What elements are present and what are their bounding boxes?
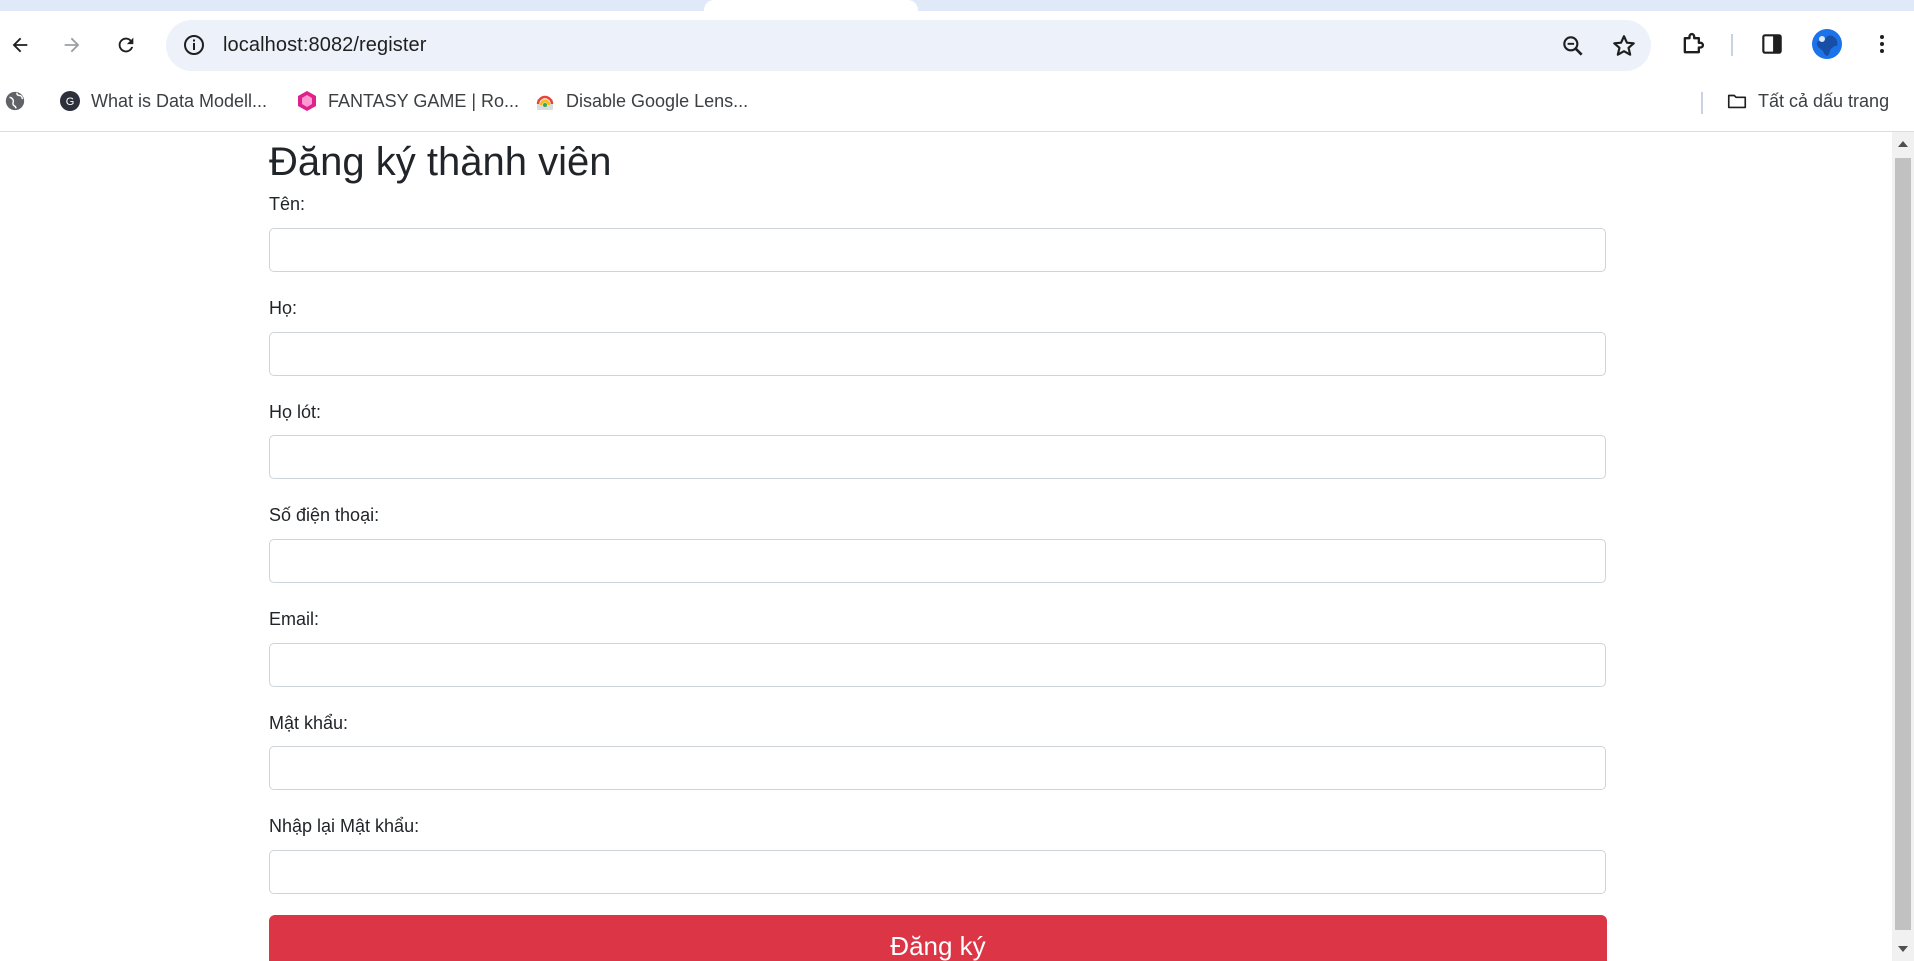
active-tab[interactable] — [704, 0, 918, 11]
email-input[interactable] — [269, 643, 1606, 687]
bookmark-star-button[interactable] — [1610, 32, 1638, 60]
inactive-tab-area-right[interactable] — [918, 0, 1914, 11]
confirm-password-input[interactable] — [269, 850, 1606, 894]
url-text[interactable]: localhost:8082/register — [223, 32, 427, 58]
bookmarks-apps-button[interactable] — [4, 88, 26, 114]
extensions-button[interactable] — [1677, 28, 1709, 60]
confirm-password-label: Nhập lại Mật khẩu: — [269, 816, 420, 836]
chrome-store-favicon — [534, 90, 556, 112]
scroll-down-icon[interactable] — [1896, 942, 1910, 956]
puzzle-icon — [1683, 32, 1705, 54]
page-title: Đăng ký thành viên — [269, 140, 612, 184]
phone-label: Số điện thoại: — [269, 505, 380, 525]
browser-menu-button[interactable] — [1866, 28, 1898, 60]
bookmark-label: Disable Google Lens... — [566, 90, 749, 111]
forward-button[interactable] — [53, 26, 91, 64]
bookmark-label: FANTASY GAME | Ro... — [328, 90, 520, 111]
browser-chrome: localhost:8082/register G What is Data M… — [0, 0, 1914, 132]
bookmark-item[interactable]: Disable Google Lens... — [534, 88, 748, 114]
site-favicon: G — [59, 90, 81, 112]
last-name-input[interactable] — [269, 332, 1606, 376]
scroll-up-icon[interactable] — [1896, 137, 1910, 151]
first-name-input[interactable] — [269, 228, 1606, 272]
side-panel-icon — [1762, 34, 1782, 54]
zoom-icon — [1563, 36, 1583, 56]
middle-name-input[interactable] — [269, 435, 1606, 479]
reload-button[interactable] — [107, 26, 145, 64]
first-name-label: Tên: — [269, 194, 306, 214]
zoom-button[interactable] — [1559, 32, 1587, 60]
phone-input[interactable] — [269, 539, 1606, 583]
svg-text:G: G — [66, 96, 75, 108]
kebab-menu-icon — [1880, 35, 1884, 53]
bookmark-label: What is Data Modell... — [91, 90, 268, 111]
inactive-tab-area[interactable] — [0, 0, 704, 11]
all-bookmarks-button[interactable]: Tất cả dấu trang — [1726, 88, 1889, 114]
folder-icon — [1726, 90, 1748, 112]
email-label: Email: — [269, 609, 320, 629]
tab-strip — [0, 0, 1914, 11]
password-label: Mật khẩu: — [269, 713, 349, 733]
avatar — [1812, 29, 1842, 59]
bookmark-item[interactable]: FANTASY GAME | Ro... — [296, 88, 519, 114]
star-icon — [1613, 35, 1635, 56]
bookmark-item[interactable]: G What is Data Modell... — [59, 88, 267, 114]
game-favicon — [296, 90, 318, 112]
toolbar-separator — [1731, 34, 1733, 56]
register-button[interactable]: Đăng ký — [269, 915, 1607, 961]
page-scrollbar[interactable] — [1892, 132, 1914, 961]
all-bookmarks-label: Tất cả dấu trang — [1758, 90, 1890, 111]
last-name-label: Họ: — [269, 298, 298, 318]
page-viewport: Đăng ký thành viên Tên: Họ: Họ lót: Số đ… — [0, 132, 1892, 961]
address-bar[interactable]: localhost:8082/register — [166, 20, 1651, 71]
reload-icon — [118, 37, 134, 53]
bookmarks-bar: G What is Data Modell... FANTASY GAME | … — [0, 80, 1914, 123]
info-icon[interactable] — [182, 33, 206, 57]
back-arrow-icon — [12, 37, 28, 53]
bookmarks-separator — [1701, 92, 1703, 114]
scrollbar-thumb[interactable] — [1895, 158, 1911, 930]
forward-arrow-icon — [64, 37, 80, 53]
password-input[interactable] — [269, 746, 1606, 790]
middle-name-label: Họ lót: — [269, 402, 322, 422]
profile-button[interactable] — [1811, 28, 1843, 60]
side-panel-button[interactable] — [1756, 28, 1788, 60]
back-button[interactable] — [1, 26, 39, 64]
globe-icon — [5, 91, 25, 111]
